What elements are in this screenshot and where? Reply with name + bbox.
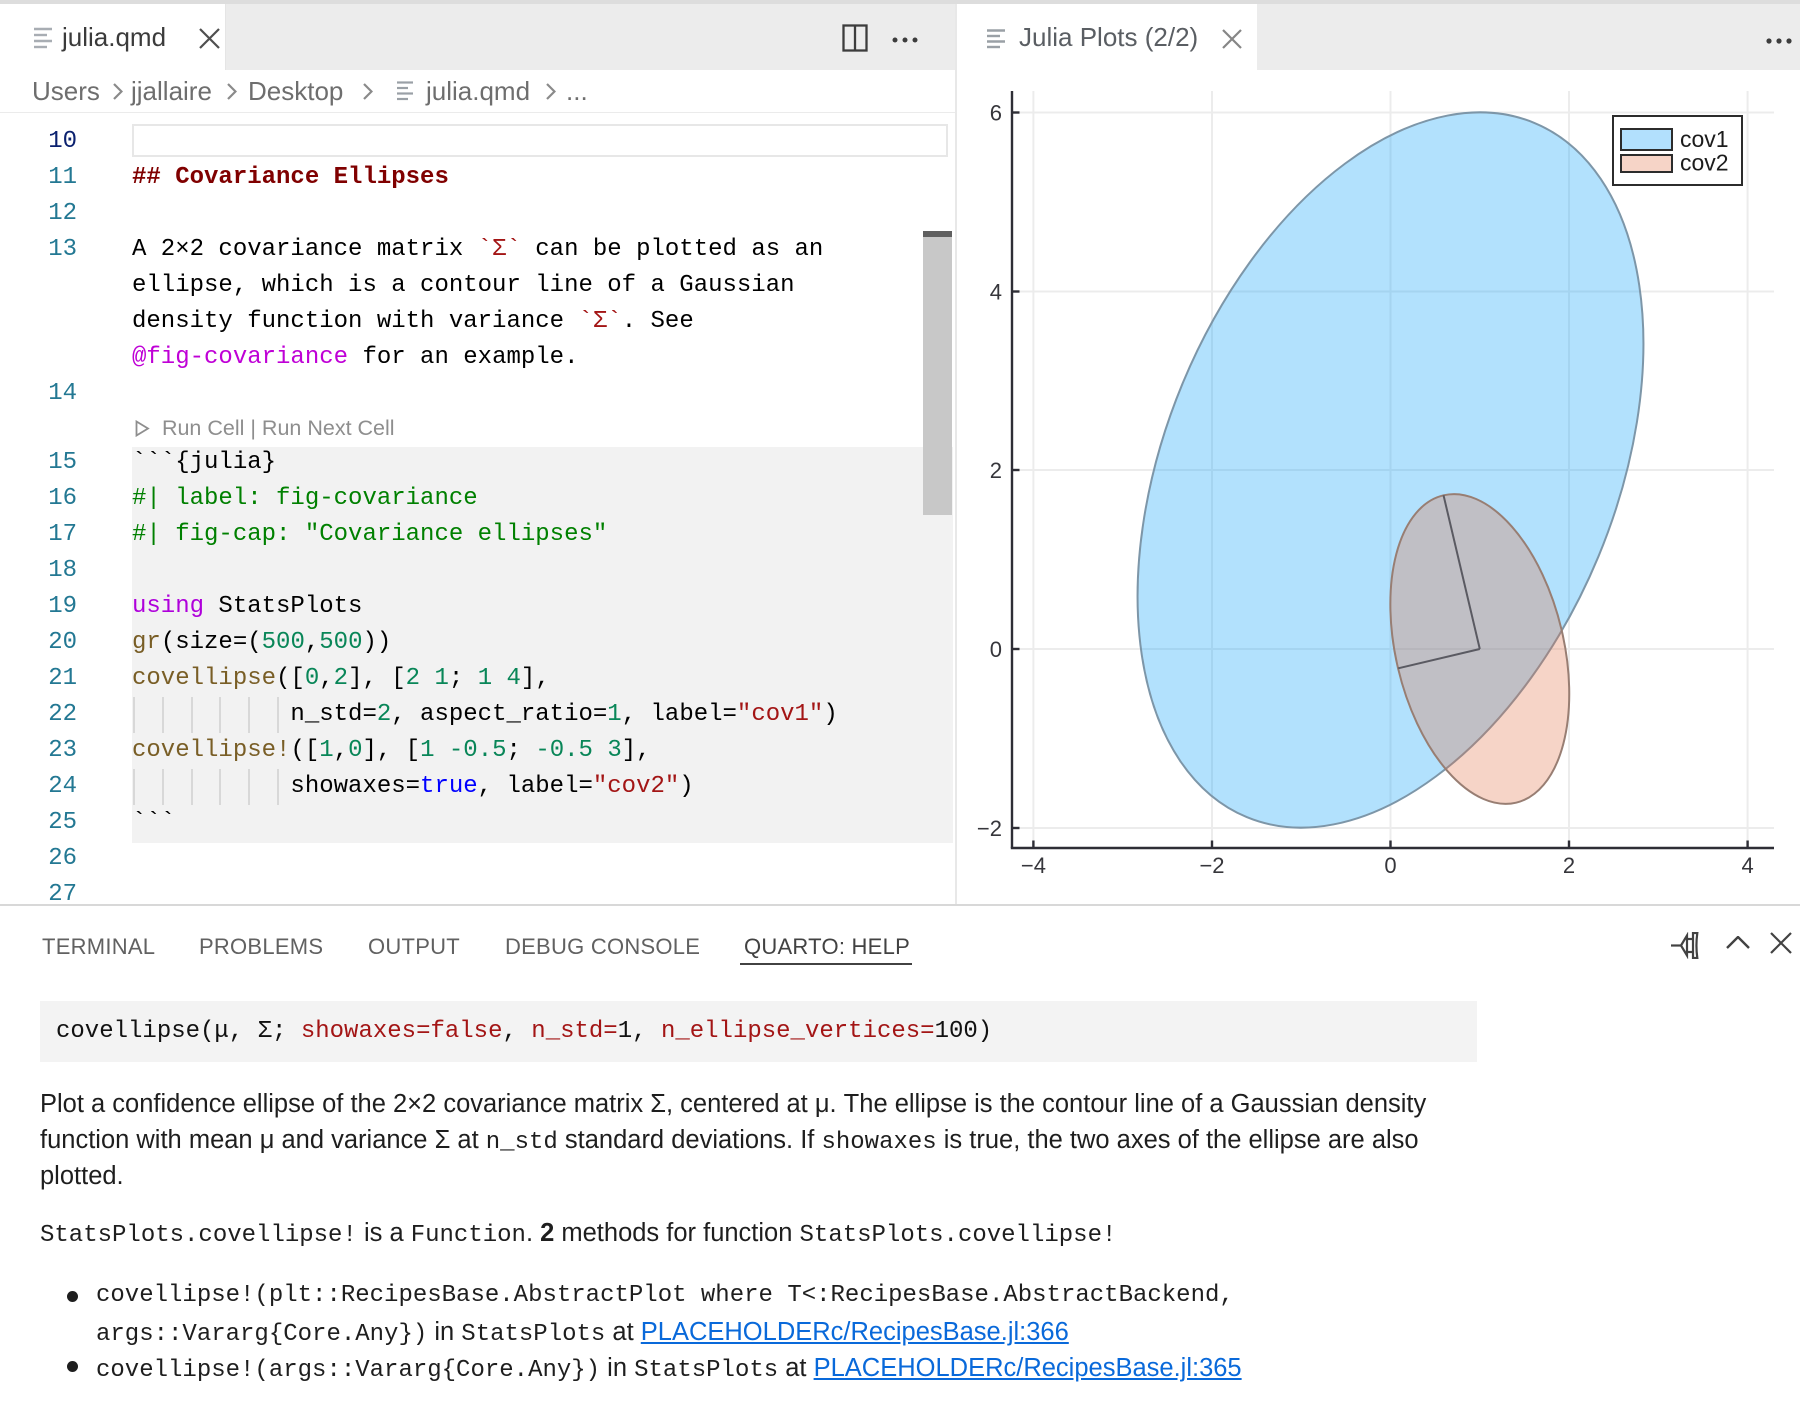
svg-text:cov1: cov1 [1680, 126, 1729, 152]
svg-text:4: 4 [990, 280, 1002, 305]
svg-text:−2: −2 [1199, 853, 1224, 878]
svg-text:cov2: cov2 [1680, 150, 1729, 176]
svg-text:2: 2 [1563, 853, 1575, 878]
svg-text:4: 4 [1741, 853, 1753, 878]
svg-text:−2: −2 [977, 816, 1002, 841]
svg-text:2: 2 [990, 458, 1002, 483]
svg-text:6: 6 [990, 101, 1002, 126]
svg-text:0: 0 [1384, 853, 1396, 878]
svg-text:0: 0 [990, 637, 1002, 662]
svg-text:−4: −4 [1021, 853, 1046, 878]
